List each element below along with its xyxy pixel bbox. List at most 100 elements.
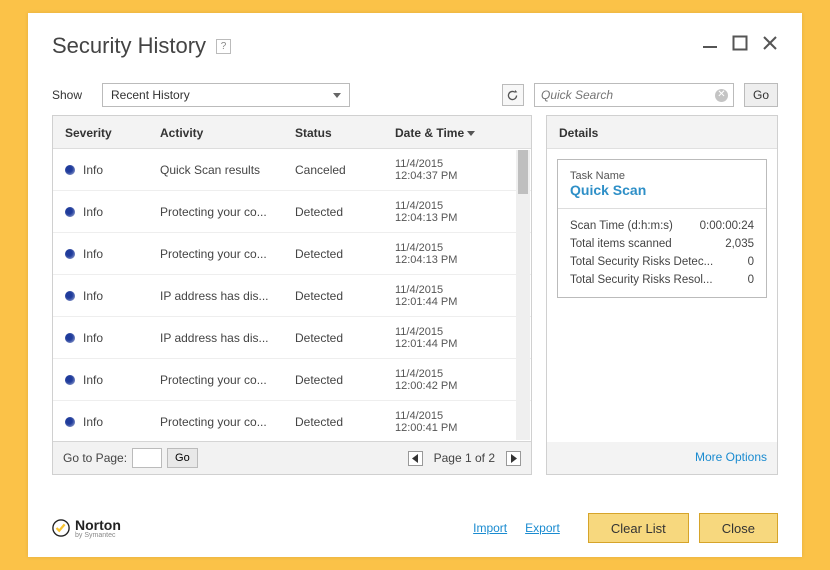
activity-cell: IP address has dis... xyxy=(160,289,295,303)
info-dot-icon xyxy=(65,291,75,301)
info-dot-icon xyxy=(65,333,75,343)
table-row[interactable]: InfoIP address has dis...Detected11/4/20… xyxy=(53,275,531,317)
activity-cell: Protecting your co... xyxy=(160,415,295,429)
next-page-button[interactable] xyxy=(506,451,521,466)
datetime-cell: 11/4/201512:04:13 PM xyxy=(395,242,524,266)
details-footer: More Options xyxy=(547,442,777,474)
show-label: Show xyxy=(52,88,92,102)
details-body: Task Name Quick Scan Scan Time (d:h:m:s)… xyxy=(547,149,777,442)
table-row[interactable]: InfoIP address has dis...Detected11/4/20… xyxy=(53,317,531,359)
maximize-icon[interactable] xyxy=(732,35,748,51)
details-stats: Scan Time (d:h:m:s)0:00:00:24 Total items… xyxy=(558,209,766,297)
status-cell: Detected xyxy=(295,289,395,303)
controls-row: Show Recent History ✕ Go xyxy=(28,59,802,115)
table-row[interactable]: InfoProtecting your co...Detected11/4/20… xyxy=(53,401,531,441)
stat-value: 0 xyxy=(748,274,754,286)
export-link[interactable]: Export xyxy=(525,521,560,535)
brand-name: Norton xyxy=(75,518,121,532)
table-headers: Severity Activity Status Date & Time xyxy=(53,116,531,149)
scrollbar[interactable] xyxy=(516,150,530,440)
window-controls xyxy=(702,33,778,51)
stat-row: Scan Time (d:h:m:s)0:00:00:24 xyxy=(570,217,754,235)
footer-links: Import Export xyxy=(473,521,560,535)
clear-list-button[interactable]: Clear List xyxy=(588,513,689,543)
stat-value: 2,035 xyxy=(725,238,754,250)
status-cell: Detected xyxy=(295,205,395,219)
task-label: Task Name xyxy=(570,170,754,182)
search-go-button[interactable]: Go xyxy=(744,83,778,107)
datetime-cell: 11/4/201512:01:44 PM xyxy=(395,284,524,308)
title-wrap: Security History ? xyxy=(52,33,231,59)
scroll-thumb[interactable] xyxy=(518,150,528,194)
footer: Norton by Symantec Import Export Clear L… xyxy=(52,513,778,543)
pager: Go to Page: Go Page 1 of 2 xyxy=(53,441,531,474)
page-input[interactable] xyxy=(132,448,162,468)
table-row[interactable]: InfoQuick Scan resultsCanceled11/4/20151… xyxy=(53,149,531,191)
clear-search-icon[interactable]: ✕ xyxy=(715,89,728,102)
info-dot-icon xyxy=(65,375,75,385)
close-button[interactable]: Close xyxy=(699,513,778,543)
refresh-icon xyxy=(506,89,519,102)
datetime-cell: 11/4/201512:00:42 PM xyxy=(395,368,524,392)
severity-cell: Info xyxy=(65,205,160,219)
dropdown-value: Recent History xyxy=(111,88,190,102)
details-panel: Details Task Name Quick Scan Scan Time (… xyxy=(546,115,778,475)
datetime-cell: 11/4/201512:00:41 PM xyxy=(395,410,524,434)
activity-cell: Protecting your co... xyxy=(160,373,295,387)
prev-page-button[interactable] xyxy=(408,451,423,466)
info-dot-icon xyxy=(65,417,75,427)
stat-label: Total Security Risks Detec... xyxy=(570,256,713,268)
table-rows: InfoQuick Scan resultsCanceled11/4/20151… xyxy=(53,149,531,441)
history-table: Severity Activity Status Date & Time Inf… xyxy=(52,115,532,475)
header-activity[interactable]: Activity xyxy=(160,126,295,140)
severity-cell: Info xyxy=(65,163,160,177)
help-icon[interactable]: ? xyxy=(216,39,231,54)
search-box[interactable]: ✕ xyxy=(534,83,734,107)
info-dot-icon xyxy=(65,249,75,259)
severity-cell: Info xyxy=(65,247,160,261)
page-go-button[interactable]: Go xyxy=(167,448,198,468)
details-header: Details xyxy=(547,116,777,149)
close-icon[interactable] xyxy=(762,35,778,51)
activity-cell: Protecting your co... xyxy=(160,247,295,261)
more-options-link[interactable]: More Options xyxy=(695,450,767,464)
activity-cell: Quick Scan results xyxy=(160,163,295,177)
goto-label: Go to Page: xyxy=(63,451,127,465)
task-name: Quick Scan xyxy=(570,182,754,198)
severity-cell: Info xyxy=(65,331,160,345)
status-cell: Canceled xyxy=(295,163,395,177)
brand-logo: Norton by Symantec xyxy=(52,518,121,539)
status-cell: Detected xyxy=(295,373,395,387)
page-indicator: Page 1 of 2 xyxy=(434,451,495,465)
header-severity[interactable]: Severity xyxy=(65,126,160,140)
severity-cell: Info xyxy=(65,373,160,387)
status-cell: Detected xyxy=(295,247,395,261)
page-title: Security History xyxy=(52,33,206,59)
status-cell: Detected xyxy=(295,331,395,345)
datetime-cell: 11/4/201512:04:37 PM xyxy=(395,158,524,182)
stat-row: Total Security Risks Detec...0 xyxy=(570,253,754,271)
import-link[interactable]: Import xyxy=(473,521,507,535)
severity-cell: Info xyxy=(65,415,160,429)
refresh-button[interactable] xyxy=(502,84,524,106)
sort-desc-icon xyxy=(467,131,475,136)
table-row[interactable]: InfoProtecting your co...Detected11/4/20… xyxy=(53,191,531,233)
header-status[interactable]: Status xyxy=(295,126,395,140)
activity-cell: IP address has dis... xyxy=(160,331,295,345)
details-box: Task Name Quick Scan Scan Time (d:h:m:s)… xyxy=(557,159,767,298)
info-dot-icon xyxy=(65,207,75,217)
datetime-cell: 11/4/201512:01:44 PM xyxy=(395,326,524,350)
activity-cell: Protecting your co... xyxy=(160,205,295,219)
stat-label: Total items scanned xyxy=(570,238,672,250)
table-row[interactable]: InfoProtecting your co...Detected11/4/20… xyxy=(53,233,531,275)
minimize-icon[interactable] xyxy=(702,35,718,51)
search-input[interactable] xyxy=(541,88,709,102)
table-row[interactable]: InfoProtecting your co...Detected11/4/20… xyxy=(53,359,531,401)
info-dot-icon xyxy=(65,165,75,175)
security-history-window: Security History ? Show Recent History ✕… xyxy=(28,13,802,557)
header-datetime[interactable]: Date & Time xyxy=(395,126,521,140)
history-filter-dropdown[interactable]: Recent History xyxy=(102,83,350,107)
stat-value: 0:00:00:24 xyxy=(700,220,754,232)
titlebar: Security History ? xyxy=(28,13,802,59)
brand-sub: by Symantec xyxy=(75,532,121,539)
